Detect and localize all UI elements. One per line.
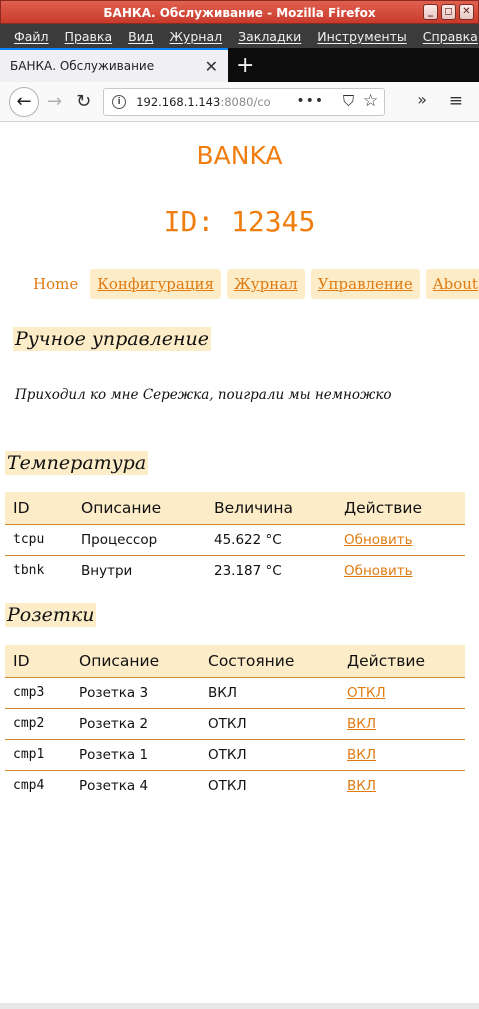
- socket-id: cmp2: [5, 708, 71, 740]
- table-header-row: ID Описание Состояние Действие: [5, 645, 465, 678]
- site-title: BANKA: [196, 141, 283, 170]
- temperature-table: ID Описание Величина Действие tcpu Проце…: [5, 492, 465, 586]
- toggle-link[interactable]: ОТКЛ: [347, 685, 386, 701]
- close-tab-icon[interactable]: ✕: [205, 57, 218, 76]
- refresh-cell: Обновить: [336, 524, 465, 556]
- column-header: Состояние: [200, 645, 339, 678]
- menu-history[interactable]: Журнал: [169, 29, 222, 44]
- table-row: cmp4 Розетка 4 ОТКЛ ВКЛ: [5, 770, 465, 801]
- minimize-button[interactable]: _: [423, 4, 438, 20]
- column-header: Действие: [336, 492, 465, 525]
- sockets-heading: Розетки: [5, 603, 97, 627]
- site-info-icon[interactable]: i: [112, 94, 127, 109]
- refresh-cell: Обновить: [336, 555, 465, 586]
- socket-description: Розетка 2: [71, 708, 200, 740]
- manual-control-heading: Ручное управление: [13, 327, 212, 351]
- toggle-cell: ВКЛ: [339, 708, 465, 740]
- back-icon[interactable]: ←: [9, 86, 39, 117]
- sockets-table: ID Описание Состояние Действие cmp3 Розе…: [5, 645, 465, 801]
- refresh-link[interactable]: Обновить: [344, 563, 413, 579]
- site-nav: Home Конфигурация Журнал Управление Abou…: [25, 269, 479, 299]
- table-row: cmp2 Розетка 2 ОТКЛ ВКЛ: [5, 708, 465, 740]
- socket-id: cmp3: [5, 677, 71, 709]
- socket-description: Розетка 3: [71, 677, 200, 709]
- url-host: 192.168.1.143: [136, 94, 221, 109]
- pocket-icon[interactable]: ⛉: [343, 92, 354, 110]
- tab-strip: БАНКА. Обслуживание ✕ +: [0, 48, 479, 82]
- url-text[interactable]: 192.168.1.143:8080/con: [136, 95, 271, 109]
- socket-id: cmp4: [13, 778, 45, 794]
- sensor-id: tbnk: [13, 563, 45, 579]
- new-tab-icon[interactable]: +: [236, 53, 254, 78]
- table-row: cmp1 Розетка 1 ОТКЛ ВКЛ: [5, 739, 465, 771]
- maximize-button[interactable]: ◻: [441, 4, 456, 20]
- nav-about[interactable]: About: [425, 269, 479, 299]
- reload-icon[interactable]: ↻: [76, 91, 91, 112]
- toggle-link[interactable]: ВКЛ: [347, 778, 376, 794]
- tab-title: БАНКА. Обслуживание: [10, 59, 155, 73]
- device-id: ID: 12345: [163, 205, 316, 238]
- socket-description: Розетка 4: [79, 777, 149, 794]
- url-bar[interactable]: i 192.168.1.143:8080/con ••• ⛉ ☆: [103, 87, 386, 116]
- table-header-row: ID Описание Величина Действие: [5, 492, 465, 525]
- page-actions-icon[interactable]: •••: [296, 93, 324, 109]
- socket-description: Розетка 1: [71, 739, 200, 771]
- socket-id: cmp1: [5, 739, 71, 771]
- menu-bookmarks[interactable]: Закладки: [238, 29, 301, 44]
- column-header: ID: [5, 645, 71, 678]
- socket-state: ОТКЛ: [208, 777, 247, 794]
- sensor-value: 23.187 °C: [214, 562, 282, 579]
- socket-state: ОТКЛ: [200, 708, 339, 740]
- window-bottom-border: [0, 1003, 479, 1009]
- table-row: cmp3 Розетка 3 ВКЛ ОТКЛ: [5, 677, 465, 709]
- manual-control-text: Приходил ко мне Сережка, поиграли мы нем…: [15, 387, 392, 403]
- bookmark-star-icon[interactable]: ☆: [363, 91, 378, 111]
- window-controls: _ ◻ ✕: [423, 4, 474, 20]
- nav-control[interactable]: Управление: [310, 269, 420, 299]
- menu-tools[interactable]: Инструменты: [317, 29, 406, 44]
- sensor-description: Внутри: [81, 562, 133, 579]
- column-header: Величина: [206, 492, 336, 525]
- menu-bar: Файл Правка Вид Журнал Закладки Инструме…: [0, 24, 479, 48]
- toggle-cell: ВКЛ: [339, 739, 465, 771]
- close-window-button[interactable]: ✕: [459, 4, 474, 20]
- table-row: tcpu Процессор 45.622 °C Обновить: [5, 524, 465, 556]
- menu-edit[interactable]: Правка: [65, 29, 113, 44]
- refresh-link[interactable]: Обновить: [344, 532, 413, 548]
- nav-home[interactable]: Home: [25, 269, 84, 299]
- toggle-cell: ВКЛ: [339, 770, 465, 801]
- page-content: BANKA ID: 12345 Home Конфигурация Журнал…: [5, 123, 479, 1003]
- nav-journal[interactable]: Журнал: [226, 269, 305, 299]
- url-path: :8080/con: [220, 94, 271, 109]
- hamburger-menu-icon[interactable]: ≡: [449, 91, 463, 111]
- column-header: Действие: [339, 645, 465, 678]
- sensor-value: 45.622 °C: [206, 524, 336, 556]
- toggle-link[interactable]: ВКЛ: [347, 716, 376, 732]
- socket-state: ОТКЛ: [200, 739, 339, 771]
- column-header: ID: [5, 492, 73, 525]
- menu-view[interactable]: Вид: [128, 29, 153, 44]
- sensor-id: tcpu: [5, 524, 73, 556]
- tab-active[interactable]: БАНКА. Обслуживание ✕: [0, 48, 228, 82]
- menu-help[interactable]: Справка: [423, 29, 478, 44]
- window-title: БАНКА. Обслуживание - Mozilla Firefox: [103, 6, 376, 20]
- column-header: Описание: [73, 492, 206, 525]
- forward-icon[interactable]: →: [47, 91, 62, 112]
- window-titlebar: БАНКА. Обслуживание - Mozilla Firefox _ …: [0, 0, 479, 24]
- overflow-chevron-icon[interactable]: »: [417, 90, 427, 109]
- menu-file[interactable]: Файл: [14, 29, 49, 44]
- column-header: Описание: [71, 645, 200, 678]
- navigation-toolbar: ← → ↻ i 192.168.1.143:8080/con ••• ⛉ ☆: [0, 82, 479, 122]
- socket-state: ВКЛ: [200, 677, 339, 709]
- nav-configuration[interactable]: Конфигурация: [90, 269, 221, 299]
- table-row: tbnk Внутри 23.187 °C Обновить: [5, 555, 465, 586]
- toggle-link[interactable]: ВКЛ: [347, 747, 376, 763]
- toggle-cell: ОТКЛ: [339, 677, 465, 709]
- temperature-heading: Температура: [5, 451, 149, 475]
- sensor-description: Процессор: [73, 524, 206, 556]
